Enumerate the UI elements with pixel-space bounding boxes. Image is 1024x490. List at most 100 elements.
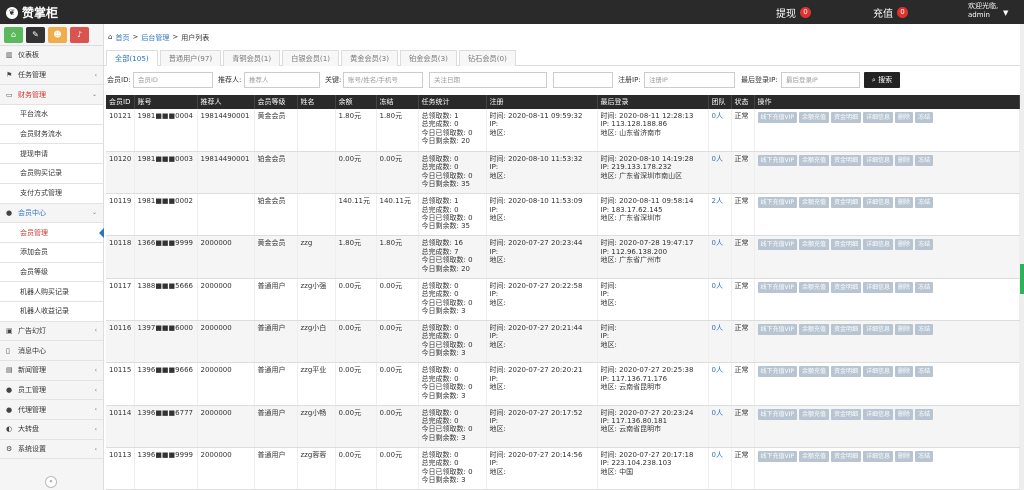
team-count-link[interactable]: 0人 [712,366,723,374]
action-button-2[interactable]: 资金明细 [831,239,862,251]
date-extra-input[interactable] [553,72,613,88]
sidebar-item-add-member[interactable]: 添加会员 [0,242,103,263]
action-button-5[interactable]: 冻结 [915,450,934,462]
action-button-5[interactable]: 冻结 [915,366,934,378]
sidebar-item-task[interactable]: ⚑ 任务管理 ‹ [0,66,103,86]
sidebar-item-finance[interactable]: ▭ 财务管理 ⌄ [0,85,103,106]
sidebar-item-payment-methods[interactable]: 支付方式管理 [0,183,103,204]
action-button-3[interactable]: 详细信息 [863,239,894,251]
action-button-3[interactable]: 详细信息 [863,154,894,166]
sidebar-item-agent[interactable]: ● 代理管理 ‹ [0,400,103,421]
action-button-1[interactable]: 余额充值 [799,239,830,251]
action-button-4[interactable]: 删除 [895,281,914,293]
team-count-link[interactable]: 0人 [712,155,723,163]
action-button-1[interactable]: 余额充值 [799,323,830,335]
action-button-3[interactable]: 详细信息 [863,323,894,335]
collapse-sidebar-icon[interactable]: « [45,476,57,488]
action-button-5[interactable]: 冻结 [915,239,934,251]
team-count-link[interactable]: 0人 [712,282,723,290]
search-button[interactable]: ⌕ 搜索 [864,72,900,88]
action-button-2[interactable]: 资金明细 [831,281,862,293]
sidebar-item-member-finance-flow[interactable]: 会员财务流水 [0,124,103,145]
action-button-0[interactable]: 线下充值VIP [757,239,797,251]
caret-down-icon[interactable]: ▼ [1003,9,1008,17]
team-count-link[interactable]: 0人 [712,239,723,247]
user-menu[interactable]: 欢迎光临, admin [968,2,998,20]
action-button-5[interactable]: 冻结 [915,112,934,123]
action-button-4[interactable]: 删除 [895,112,914,123]
action-button-4[interactable]: 删除 [895,154,914,166]
action-button-3[interactable]: 详细信息 [863,281,894,293]
action-button-1[interactable]: 余额充值 [799,154,830,166]
sidebar-item-member-level[interactable]: 会员等级 [0,262,103,283]
bell-icon[interactable]: ♪ [70,27,89,43]
sidebar-item-member-manage[interactable]: 会员管理 [0,223,104,243]
action-button-1[interactable]: 余额充值 [799,112,830,123]
action-button-1[interactable]: 余额充值 [799,408,830,420]
action-button-2[interactable]: 资金明细 [831,323,862,335]
team-count-link[interactable]: 2人 [712,197,723,205]
sidebar-item-member-center[interactable]: ● 会员中心 ⌄ [0,204,103,224]
action-button-1[interactable]: 余额充值 [799,197,830,209]
action-button-3[interactable]: 详细信息 [863,366,894,378]
action-button-0[interactable]: 线下充值VIP [757,323,797,335]
home-icon[interactable]: ⌂ [4,27,23,43]
action-button-2[interactable]: 资金明细 [831,154,862,166]
referrer-input[interactable]: 推荐人 [244,72,320,88]
sidebar-item-ad-slides[interactable]: ▣ 广告幻灯 ‹ [0,322,103,342]
scroll-thumb[interactable] [1020,264,1024,294]
team-count-link[interactable]: 0人 [712,324,723,332]
action-button-0[interactable]: 线下充值VIP [757,408,797,420]
action-button-3[interactable]: 详细信息 [863,450,894,462]
action-button-5[interactable]: 冻结 [915,323,934,335]
sidebar-item-staff[interactable]: ● 员工管理 ‹ [0,381,103,401]
last-ip-input[interactable]: 最后登录IP [781,72,860,88]
sidebar-item-member-purchase[interactable]: 会员购买记录 [0,164,103,184]
action-button-3[interactable]: 详细信息 [863,408,894,420]
sidebar-item-robot-purchase[interactable]: 机器人购买记录 [0,282,103,302]
tab-3[interactable]: 白银会员(1) [282,50,340,66]
action-button-2[interactable]: 资金明细 [831,408,862,420]
action-button-1[interactable]: 余额充值 [799,281,830,293]
tab-1[interactable]: 普通用户(97) [159,50,222,66]
sidebar-item-settings[interactable]: ⚙ 系统设置 ‹ [0,440,103,460]
action-button-5[interactable]: 冻结 [915,281,934,293]
action-button-0[interactable]: 线下充值VIP [757,154,797,166]
action-button-4[interactable]: 删除 [895,239,914,251]
action-button-4[interactable]: 删除 [895,450,914,462]
users-icon[interactable]: ☻ [48,27,67,43]
action-button-5[interactable]: 冻结 [915,408,934,420]
sidebar-item-news[interactable]: ▤ 新闻管理 ‹ [0,361,103,381]
team-count-link[interactable]: 0人 [712,409,723,417]
sidebar-item-message-center[interactable]: ▯ 消息中心 [0,341,103,361]
action-button-0[interactable]: 线下充值VIP [757,450,797,462]
sidebar-item-dashboard[interactable]: ▥ 仪表板 [0,46,103,66]
sidebar-item-wheel[interactable]: ◐ 大转盘 ‹ [0,420,103,440]
action-button-2[interactable]: 资金明细 [831,450,862,462]
action-button-0[interactable]: 线下充值VIP [757,281,797,293]
tab-2[interactable]: 青铜会员(1) [223,50,281,66]
tab-6[interactable]: 钻石会员(0) [458,50,516,66]
tab-4[interactable]: 黄金会员(3) [341,50,399,66]
action-button-5[interactable]: 冻结 [915,154,934,166]
action-button-1[interactable]: 余额充值 [799,450,830,462]
withdraw-link[interactable]: 提现 0 [776,5,811,20]
breadcrumb-section[interactable]: 后台管理 [141,33,169,43]
breadcrumb-home[interactable]: 首页 [115,33,129,43]
action-button-0[interactable]: 线下充值VIP [757,366,797,378]
account-input[interactable]: 账号/姓名/手机号 [343,72,423,88]
sidebar-item-robot-income[interactable]: 机器人收益记录 [0,301,103,322]
app-logo[interactable]: ❦ 赞掌柜 [6,4,58,21]
date-range-input[interactable]: 关注日期 [429,72,547,88]
team-count-link[interactable]: 0人 [712,112,723,120]
action-button-3[interactable]: 详细信息 [863,112,894,123]
sidebar-item-platform-flow[interactable]: 平台流水 [0,105,103,125]
action-button-2[interactable]: 资金明细 [831,112,862,123]
tab-0[interactable]: 全部(105) [106,50,158,66]
page-scrollbar[interactable] [1020,24,1024,490]
tab-5[interactable]: 铂金会员(3) [400,50,457,66]
recharge-link[interactable]: 充值 0 [873,5,908,20]
action-button-4[interactable]: 删除 [895,366,914,378]
member-id-input[interactable]: 会员ID [133,72,213,88]
reg-ip-input[interactable]: 注册IP [644,72,735,88]
